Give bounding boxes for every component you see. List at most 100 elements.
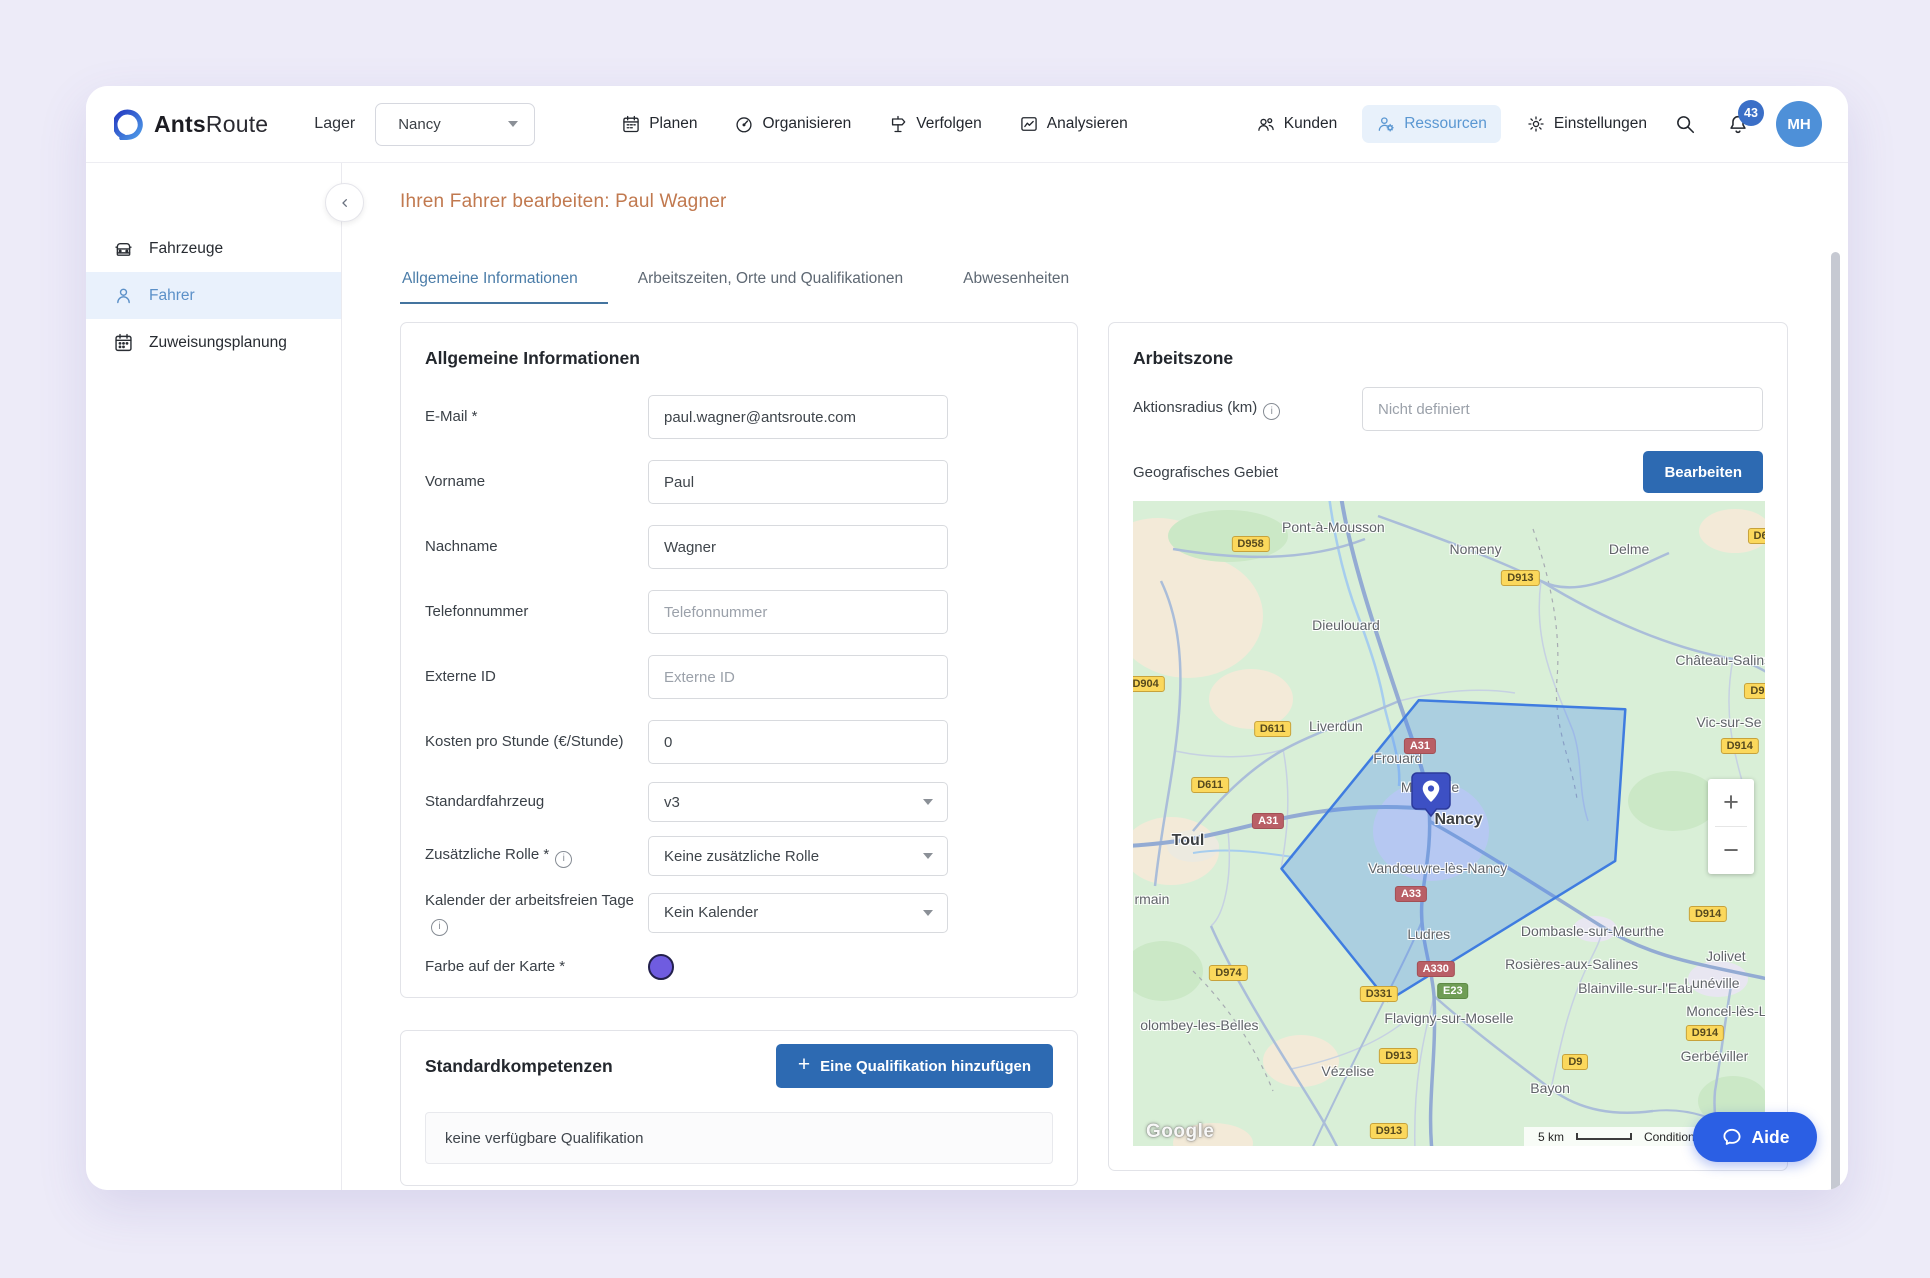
farbe-label: Farbe auf der Karte * — [425, 956, 648, 978]
form-row-gebiet: Geografisches Gebiet Bearbeiten — [1133, 451, 1763, 493]
driver-location-marker[interactable] — [1410, 771, 1452, 821]
nav-item-label: Einstellungen — [1554, 115, 1647, 133]
zoom-out-button[interactable]: − — [1708, 827, 1754, 874]
vorname-field[interactable] — [648, 460, 948, 504]
aktionsradius-field[interactable] — [1362, 387, 1763, 431]
chevron-left-icon — [337, 195, 353, 211]
antsroute-logo-icon — [114, 109, 145, 140]
form-row-rolle: Zusätzliche Rolle *i Keine zusätzliche R… — [425, 836, 1053, 876]
map-city-label: olombey-les-Belles — [1140, 1017, 1258, 1033]
kosten-field[interactable] — [648, 720, 948, 764]
sidebar-item-label: Fahrzeuge — [149, 240, 223, 258]
nav-item-analysieren[interactable]: Analysieren — [1019, 114, 1128, 134]
map-road-badge: D914 — [1686, 1025, 1724, 1041]
organisieren-icon — [734, 114, 754, 134]
nav-item-label: Planen — [649, 115, 697, 133]
gebiet-label: Geografisches Gebiet — [1133, 464, 1278, 481]
page-background: AntsRoute Lager Nancy Planen Organisieren… — [0, 0, 1930, 1278]
map-city-label: rmain — [1134, 891, 1169, 907]
search-button[interactable] — [1672, 111, 1698, 137]
plus-icon: + — [798, 1053, 810, 1077]
map-road-badge: A33 — [1395, 886, 1427, 902]
site-select[interactable]: Nancy — [375, 103, 535, 146]
collapse-sidebar-button[interactable] — [325, 183, 364, 222]
help-button[interactable]: Aide — [1693, 1112, 1817, 1162]
map-city-label: Rosières-aux-Salines — [1505, 956, 1638, 972]
map-city-label: Vic-sur-Se — [1696, 714, 1761, 730]
nachname-field[interactable] — [648, 525, 948, 569]
map-road-badge: A330 — [1417, 961, 1455, 977]
lager-label: Lager — [314, 115, 355, 133]
nav-item-planen[interactable]: Planen — [621, 114, 697, 134]
nav-item-einstellungen[interactable]: Einstellungen — [1526, 114, 1647, 134]
map-color-swatch[interactable] — [648, 954, 674, 980]
tab-arbeitszeiten-orte-qualifikationen[interactable]: Arbeitszeiten, Orte und Qualifikationen — [608, 256, 933, 304]
work-area-map[interactable]: Pont-à-MoussonNomenyDelmeDieulouardChâte… — [1133, 501, 1765, 1146]
form-row-farbe: Farbe auf der Karte * — [425, 954, 1053, 980]
main-menu: Planen Organisieren Verfolgen Analysieren — [621, 114, 1128, 134]
help-button-label: Aide — [1752, 1127, 1790, 1148]
tab-abwesenheiten[interactable]: Abwesenheiten — [933, 256, 1099, 304]
standardfahrzeug-label: Standardfahrzeug — [425, 791, 648, 813]
chevron-down-icon — [923, 853, 933, 859]
notifications-button[interactable]: 43 — [1725, 111, 1751, 137]
rolle-select[interactable]: Keine zusätzliche Rolle — [648, 836, 948, 876]
notification-count-badge: 43 — [1738, 100, 1764, 126]
map-road-badge: D913 — [1501, 570, 1539, 586]
users-icon — [1256, 114, 1276, 134]
info-icon[interactable]: i — [1263, 403, 1280, 420]
scrollbar[interactable] — [1831, 252, 1840, 1190]
brand-logo[interactable]: AntsRoute — [114, 109, 268, 140]
sidebar-item-fahrzeuge[interactable]: Fahrzeuge — [86, 225, 341, 272]
nav-item-label: Verfolgen — [916, 115, 982, 133]
info-icon[interactable]: i — [431, 919, 448, 936]
nav-item-ressourcen[interactable]: Ressourcen — [1362, 105, 1501, 143]
nav-item-kunden[interactable]: Kunden — [1256, 114, 1337, 134]
edit-area-button[interactable]: Bearbeiten — [1643, 451, 1763, 493]
nav-item-label: Ressourcen — [1404, 115, 1487, 133]
map-road-badge: D6 — [1748, 528, 1765, 544]
sidebar-item-fahrer[interactable]: Fahrer — [86, 272, 341, 319]
google-logo: Google — [1146, 1121, 1214, 1143]
externe-id-field[interactable] — [648, 655, 948, 699]
sidebar: Fahrzeuge FahrerZuweisungsplanung — [86, 163, 342, 1190]
info-icon[interactable]: i — [555, 851, 572, 868]
map-city-label: Flavigny-sur-Moselle — [1384, 1010, 1513, 1026]
map-city-label: Toul — [1172, 832, 1205, 850]
user-gear-icon — [1376, 114, 1396, 134]
verfolgen-icon — [888, 114, 908, 134]
zoom-in-button[interactable]: + — [1708, 779, 1754, 826]
map-road-badge: A31 — [1404, 738, 1436, 754]
tab-allgemeine-informationen[interactable]: Allgemeine Informationen — [400, 256, 608, 304]
select-value: v3 — [664, 794, 680, 811]
map-road-badge: D914 — [1689, 906, 1727, 922]
email-field[interactable] — [648, 395, 948, 439]
map-city-label: Liverdun — [1309, 718, 1363, 734]
select-value: Keine zusätzliche Rolle — [664, 848, 819, 865]
map-city-label: Vézelise — [1321, 1063, 1374, 1079]
map-road-badge: D958 — [1231, 536, 1269, 552]
kalender-select[interactable]: Kein Kalender — [648, 893, 948, 933]
form-row-kalender: Kalender der arbeitsfreien Tagei Kein Ka… — [425, 890, 1053, 936]
search-icon — [1674, 113, 1696, 135]
map-road-badge: D9 — [1562, 1054, 1588, 1070]
planen-icon — [621, 114, 641, 134]
sidebar-item-zuweisungsplanung[interactable]: Zuweisungsplanung — [86, 319, 341, 366]
map-road-badge: D914 — [1721, 738, 1759, 754]
map-city-label: Vandœuvre-lès-Nancy — [1368, 860, 1507, 876]
tab-bar: Allgemeine InformationenArbeitszeiten, O… — [400, 256, 1099, 304]
kosten-label: Kosten pro Stunde (€/Stunde) — [425, 731, 648, 753]
standardfahrzeug-select[interactable]: v3 — [648, 782, 948, 822]
nachname-label: Nachname — [425, 536, 648, 558]
nav-item-organisieren[interactable]: Organisieren — [734, 114, 851, 134]
avatar[interactable]: MH — [1776, 101, 1822, 147]
telefon-field[interactable] — [648, 590, 948, 634]
map-city-label: Jolivet — [1706, 948, 1746, 964]
chat-bubble-icon — [1721, 1126, 1743, 1148]
fahrzeuge-icon — [113, 238, 134, 259]
add-qualification-button[interactable]: + Eine Qualifikation hinzufügen — [776, 1044, 1053, 1088]
rolle-label: Zusätzliche Rolle *i — [425, 844, 648, 868]
kompetenzen-header: Standardkompetenzen + Eine Qualifikation… — [425, 1044, 1053, 1088]
map-road-badge: D611 — [1191, 777, 1229, 793]
nav-item-verfolgen[interactable]: Verfolgen — [888, 114, 982, 134]
